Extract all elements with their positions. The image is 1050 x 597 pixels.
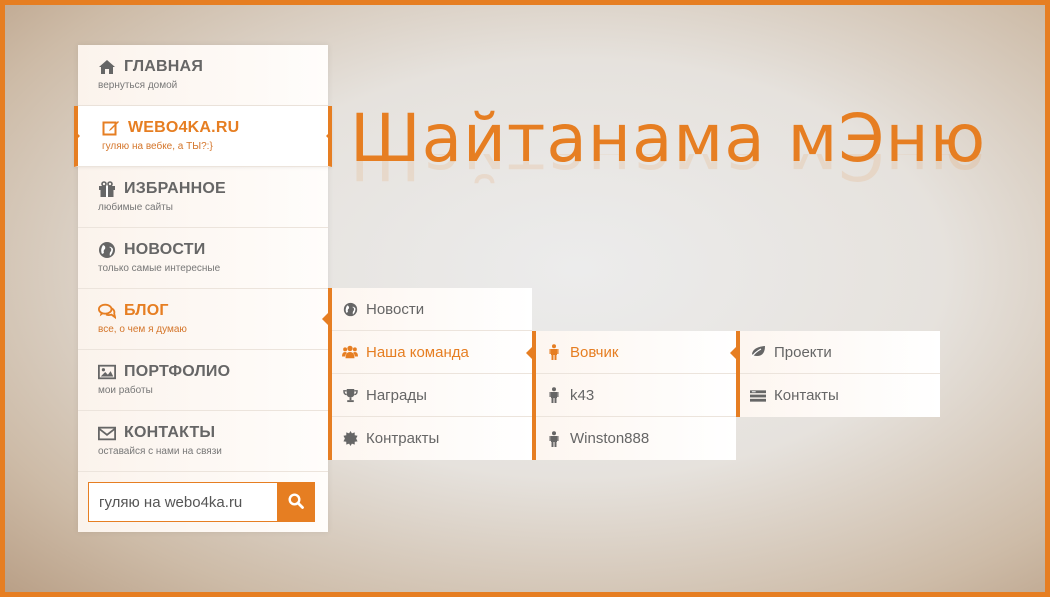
sidebar-item-contacts[interactable]: КОНТАКТЫ оставайся с нами на связи [78,411,328,472]
submenu-item-news[interactable]: Новости [332,288,532,331]
sidebar-item-label: ИЗБРАННОЕ [124,180,226,197]
edit-icon [102,119,120,137]
submenu-item-label: Контакты [774,387,839,404]
sidebar-item-portfolio[interactable]: ПОРТФОЛИО мои работы [78,350,328,411]
globe-icon [342,301,358,317]
sidebar-item-sub: мои работы [98,385,153,396]
search-form [88,482,315,522]
submenu-item-label: Наша команда [366,343,469,361]
submenu-item-team[interactable]: Наша команда [332,331,532,374]
globe-icon [98,241,116,259]
group-icon [342,344,358,360]
picture-icon [98,363,116,381]
submenu-team: Вовчик k43 Winston888 [532,331,736,460]
sidebar-item-sub: оставайся с нами на связи [98,446,222,457]
search-button[interactable] [277,482,315,522]
submenu-item-label: Вовчик [570,343,619,361]
sidebar-item-label: БЛОГ [124,302,169,319]
sidebar-item-sub: гуляю на вебке, а ТЫ?:} [102,141,213,152]
user-icon [546,344,562,360]
search-icon [288,492,304,512]
submenu-item-label: Контракты [366,430,440,447]
envelope-icon [98,424,116,442]
submenu-vovchik: Проекти Контакты [736,331,940,417]
sidebar-item-sub: только самые интересные [98,263,221,274]
sidebar-item-label: КОНТАКТЫ [124,424,216,441]
submenu-item-label: Награды [366,386,427,404]
submenu-item-contacts[interactable]: Контакты [740,374,940,417]
active-arrow-left [74,130,80,142]
active-arrow-right [326,130,332,142]
card-icon [750,388,766,404]
submenu-item-label: Проекти [774,343,832,361]
submenu-item-awards[interactable]: Награды [332,374,532,417]
leaf-icon [750,344,766,360]
sidebar-item-webo4ka[interactable]: WEBO4KA.RU гуляю на вебке, а ТЫ?:} [74,106,332,167]
submenu-item-contracts[interactable]: Контракты [332,417,532,460]
certificate-icon [342,431,358,447]
submenu-item-label: Новости [366,300,425,318]
sidebar-item-label: WEBO4KA.RU [128,119,240,136]
submenu-item-winston888[interactable]: Winston888 [536,417,736,460]
sidebar-item-sub: все, о чем я думаю [98,324,187,335]
sidebar-item-blog[interactable]: БЛОГ все, о чем я думаю [78,289,328,350]
submenu-item-label: Winston888 [570,430,650,447]
sidebar-item-sub: любимые сайты [98,202,173,213]
submenu-item-k43[interactable]: k43 [536,374,736,417]
submenu-item-label: k43 [570,386,595,404]
home-icon [98,58,116,76]
comments-icon [98,302,116,320]
page-title-reflection: Шайтанама мЭню [350,154,987,194]
sidebar-item-home[interactable]: ГЛАВНАЯ вернуться домой [78,45,328,106]
sidebar-item-label: ПОРТФОЛИО [124,363,231,380]
sidebar-item-sub: вернуться домой [98,80,178,91]
user-icon [546,430,562,447]
sidebar-menu: ГЛАВНАЯ вернуться домой WEBO4KA.RU гуляю… [74,45,332,532]
gift-icon [98,180,116,198]
sidebar-item-label: НОВОСТИ [124,241,206,258]
search-input[interactable] [88,482,277,522]
sidebar-item-label: ГЛАВНАЯ [124,58,204,75]
submenu-item-projects[interactable]: Проекти [740,331,940,374]
sidebar-item-news[interactable]: НОВОСТИ только самые интересные [78,228,328,289]
user-icon [546,387,562,403]
trophy-icon [342,387,358,403]
submenu-item-vovchik[interactable]: Вовчик [536,331,736,374]
submenu-blog: Новости Наша команда Награды Контракты [328,288,532,460]
sidebar-item-favorites[interactable]: ИЗБРАННОЕ любимые сайты [78,167,328,228]
